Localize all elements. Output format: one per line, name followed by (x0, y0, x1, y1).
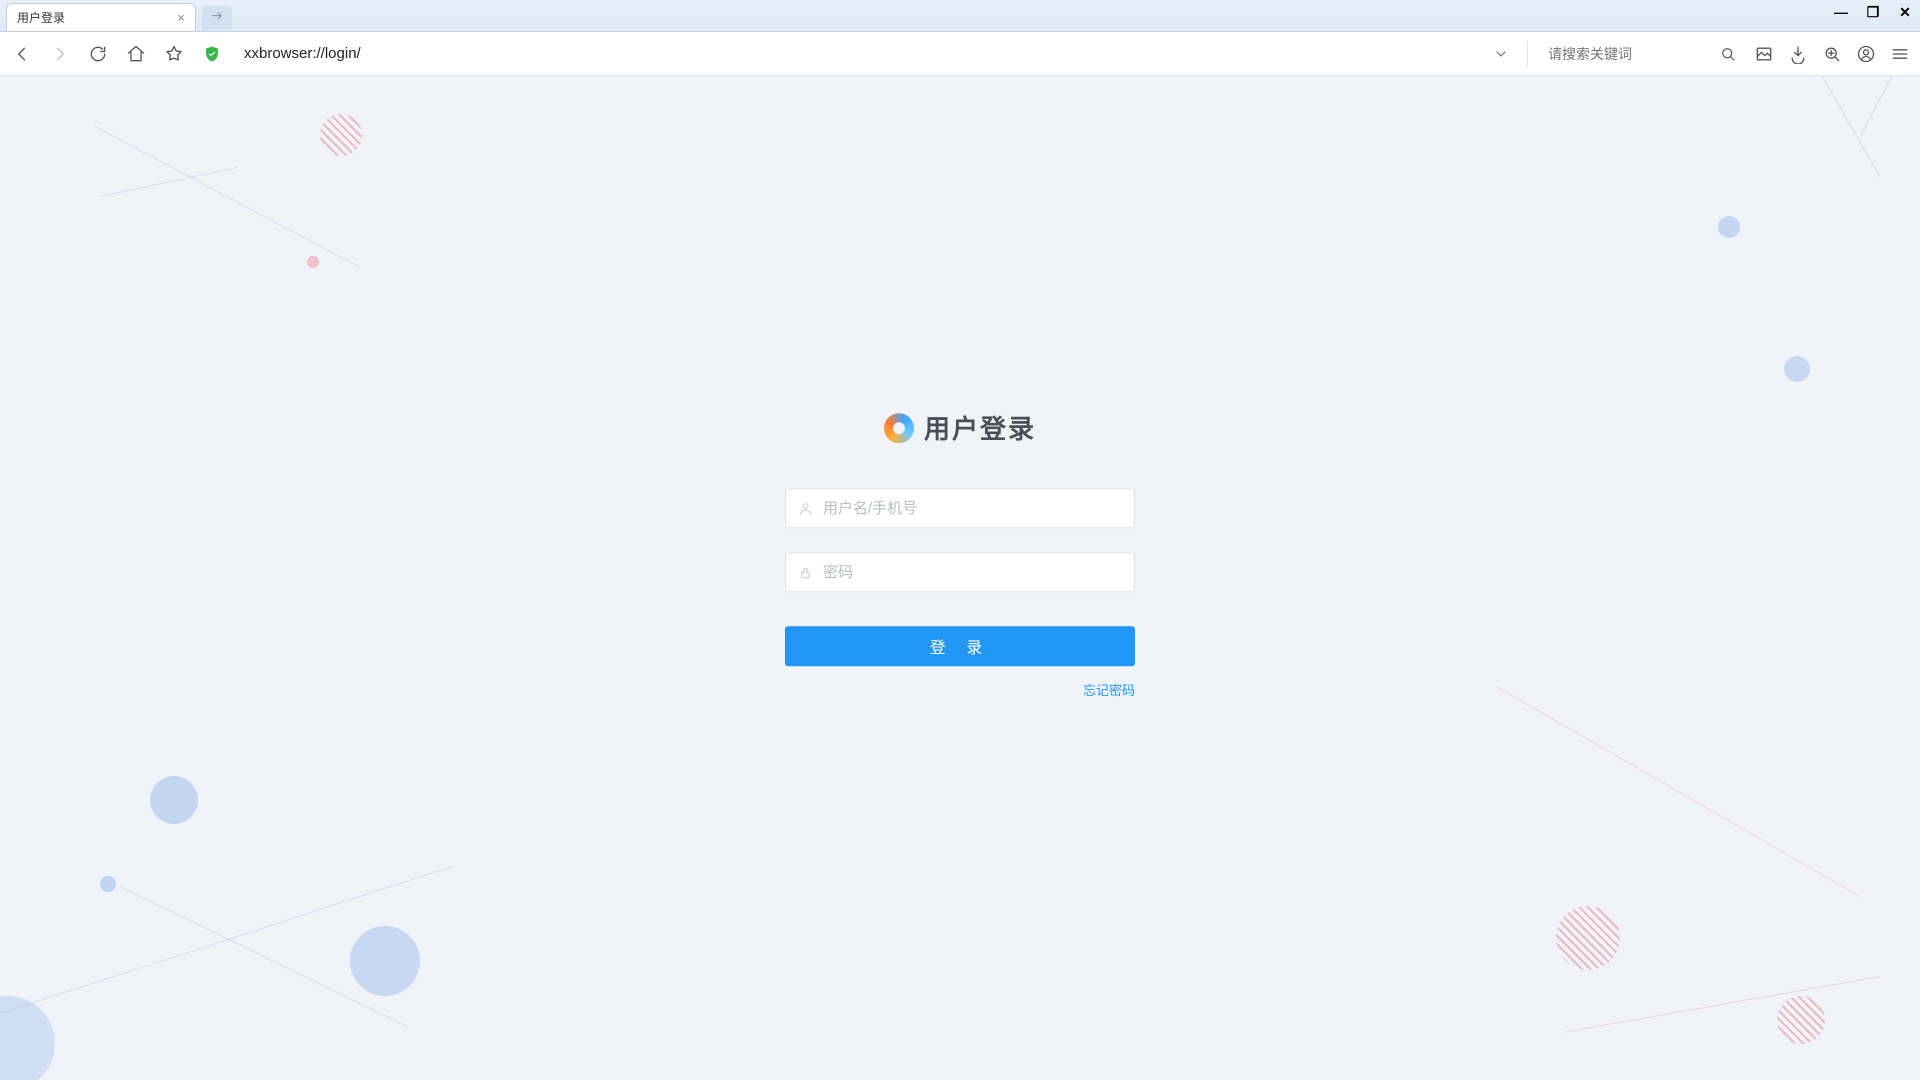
deco-dot (1718, 216, 1740, 238)
deco-dot (100, 876, 116, 892)
deco-line (1765, 76, 1881, 177)
forgot-wrap: 忘记密码 (785, 680, 1135, 700)
deco-line (1860, 76, 1920, 137)
deco-line (95, 126, 360, 268)
username-field-wrap (785, 488, 1135, 528)
deco-dot (1784, 356, 1810, 382)
bookmark-button[interactable] (162, 42, 186, 66)
deco-circle (150, 776, 198, 824)
login-form: 用户登录 登 录 忘记密码 (780, 409, 1140, 700)
tab-title: 用户登录 (17, 9, 65, 26)
toolbar-right (1754, 44, 1910, 64)
maximize-icon[interactable]: ❐ (1864, 4, 1882, 21)
security-shield-icon[interactable] (200, 42, 224, 66)
window-controls: — ❐ ✕ (1832, 4, 1914, 21)
zoom-icon[interactable] (1822, 44, 1842, 64)
deco-hatch-circle (1777, 996, 1825, 1044)
url-dropdown-icon[interactable] (1489, 46, 1513, 62)
address-bar[interactable] (238, 45, 1475, 62)
minimize-icon[interactable]: — (1832, 4, 1850, 21)
titlebar: 用户登录 × — ❐ ✕ (0, 0, 1920, 32)
app-logo-icon (884, 413, 914, 443)
back-button[interactable] (10, 42, 34, 66)
search-input[interactable] (1542, 46, 1702, 62)
login-title-text: 用户登录 (924, 409, 1036, 446)
menu-icon[interactable] (1890, 44, 1910, 64)
separator (1527, 41, 1528, 67)
close-tab-icon[interactable]: × (177, 10, 185, 25)
forward-button[interactable] (48, 42, 72, 66)
account-icon[interactable] (1856, 44, 1876, 64)
toolbar (0, 32, 1920, 76)
lock-icon (798, 565, 813, 580)
deco-line (0, 865, 455, 1027)
username-input[interactable] (823, 500, 1122, 517)
new-tab-button[interactable] (202, 6, 232, 30)
close-window-icon[interactable]: ✕ (1896, 4, 1914, 21)
deco-line (1565, 976, 1880, 1033)
forgot-password-link[interactable]: 忘记密码 (1083, 683, 1135, 698)
deco-dot (307, 256, 319, 268)
deco-circle (0, 996, 55, 1080)
login-button[interactable]: 登 录 (785, 626, 1135, 666)
password-field-wrap (785, 552, 1135, 592)
user-icon (798, 501, 813, 516)
deco-hatch-circle (1556, 906, 1620, 970)
deco-circle (350, 926, 420, 996)
reload-button[interactable] (86, 42, 110, 66)
login-heading: 用户登录 (884, 409, 1036, 446)
password-input[interactable] (823, 564, 1122, 581)
browser-tab[interactable]: 用户登录 × (6, 3, 196, 31)
download-icon[interactable] (1788, 44, 1808, 64)
search-icon[interactable] (1716, 42, 1740, 66)
deco-hatch-circle (320, 114, 362, 156)
deco-line (100, 167, 237, 197)
page-viewport: 用户登录 登 录 忘记密码 (0, 76, 1920, 1080)
deco-line (120, 886, 408, 1027)
screenshot-icon[interactable] (1754, 44, 1774, 64)
deco-line (1496, 686, 1860, 897)
home-button[interactable] (124, 42, 148, 66)
